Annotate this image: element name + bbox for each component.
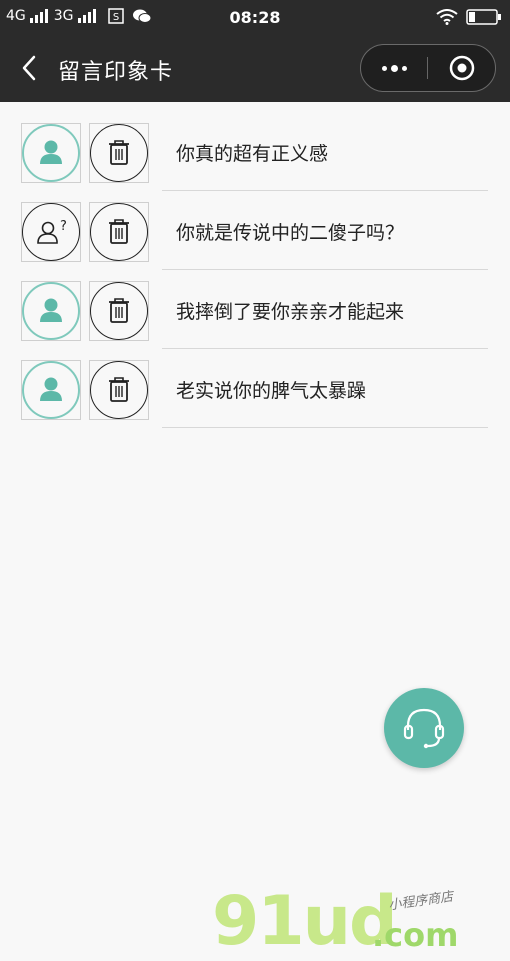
watermark: 91ud .com 小程序商店: [212, 882, 502, 961]
message-text: 老实说你的脾气太暴躁: [176, 380, 367, 402]
person-icon: [40, 140, 62, 164]
delete-button[interactable]: [89, 360, 149, 420]
watermark-logo: 91ud: [212, 882, 398, 961]
avatar-button[interactable]: ?: [21, 202, 81, 262]
row-divider: [162, 427, 488, 428]
person-icon: [40, 298, 62, 322]
status-right: [436, 9, 502, 25]
list-item: 你真的超有正义感: [0, 102, 510, 191]
nav-bar: 留言印象卡: [0, 34, 510, 102]
message-list: 你真的超有正义感 ? 你就是传说中的二傻子吗？ 我摔倒了要你亲亲才能起来 老实说…: [0, 102, 510, 428]
list-item: ? 你就是传说中的二傻子吗？: [0, 181, 510, 270]
target-close-icon[interactable]: [449, 55, 475, 81]
message-text: 你就是传说中的二傻子吗？: [176, 222, 405, 244]
chevron-left-icon[interactable]: [18, 54, 42, 82]
delete-button[interactable]: [89, 202, 149, 262]
trash-icon: [109, 219, 129, 244]
avatar-button[interactable]: [21, 281, 81, 341]
list-item: 老实说你的脾气太暴躁: [0, 339, 510, 428]
headset-icon: [403, 708, 445, 749]
watermark-domain: .com: [372, 916, 459, 954]
watermark-caption: 小程序商店: [387, 889, 455, 914]
delete-button[interactable]: [89, 281, 149, 341]
delete-button[interactable]: [89, 123, 149, 183]
status-time: 08:28: [229, 8, 281, 27]
trash-icon: [109, 377, 129, 402]
more-button[interactable]: [361, 45, 427, 91]
battery-icon: [466, 9, 501, 25]
trash-icon: [109, 140, 129, 165]
svg-text:?: ?: [60, 219, 67, 234]
message-text: 你真的超有正义感: [176, 143, 329, 165]
avatar-button[interactable]: [21, 123, 81, 183]
wifi-icon: [436, 9, 458, 25]
status-bar: 4G 3G S 08:28: [0, 0, 510, 34]
menu-capsule: [360, 44, 496, 92]
person-question-icon: ?: [37, 219, 67, 244]
capsule-divider: [427, 57, 428, 79]
list-item: 我摔倒了要你亲亲才能起来: [0, 260, 510, 349]
avatar-button[interactable]: [21, 360, 81, 420]
page-title: 留言印象卡: [58, 60, 174, 85]
customer-service-button[interactable]: [384, 688, 464, 768]
message-text: 我摔倒了要你亲亲才能起来: [176, 301, 405, 323]
more-dots-icon: [381, 64, 407, 72]
person-icon: [40, 377, 62, 401]
trash-icon: [109, 298, 129, 323]
